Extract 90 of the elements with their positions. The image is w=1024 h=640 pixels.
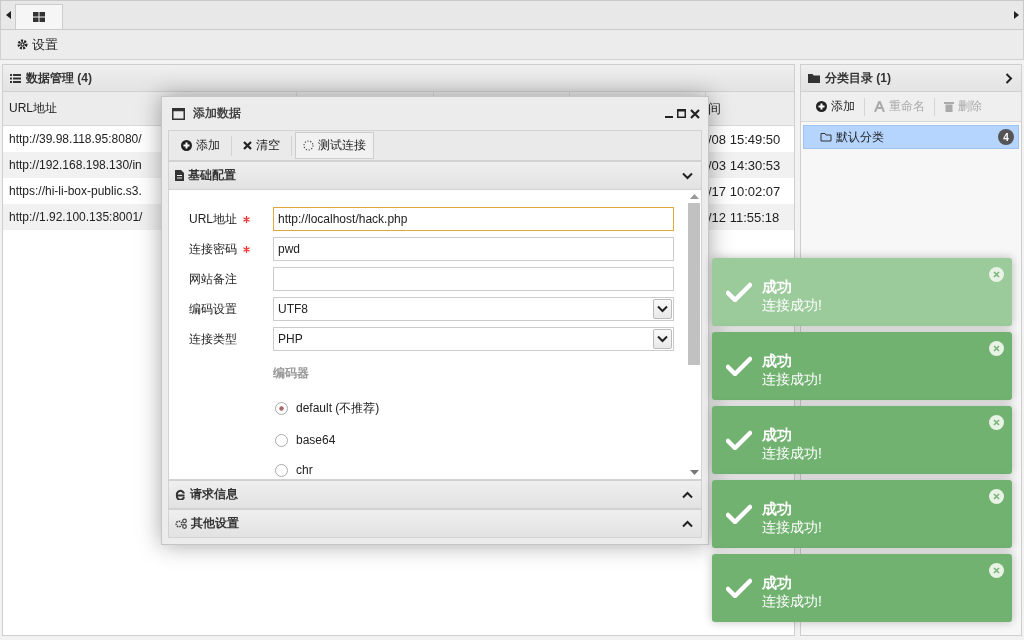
- chevron-down-icon: [682, 171, 693, 180]
- tab[interactable]: [15, 4, 63, 29]
- dialog-title: 添加数据: [193, 105, 242, 122]
- toast-title: 成功: [762, 352, 793, 371]
- chevron-down-icon: [657, 305, 668, 313]
- radio-label: default (不推荐): [296, 400, 380, 417]
- count-badge: 4: [998, 129, 1014, 145]
- plus-icon: [181, 140, 192, 151]
- table-cell-text: /08 15:49:50: [707, 131, 782, 147]
- radio-button[interactable]: [275, 433, 288, 447]
- list-icon: [10, 73, 21, 83]
- left-arrow-icon: [5, 11, 11, 19]
- group-label: 编码器: [273, 365, 310, 382]
- column-header[interactable]: 间: [706, 99, 794, 118]
- toast-message: 连接成功!: [762, 445, 823, 463]
- category-label: 默认分类: [836, 128, 885, 146]
- close-icon: [989, 489, 1004, 504]
- dropdown-field[interactable]: UTF8: [273, 297, 674, 321]
- clear-button[interactable]: 清空: [235, 132, 288, 159]
- table-cell-text: /17 10:02:07: [707, 183, 782, 199]
- close-icon: [989, 267, 1004, 282]
- checkmark-icon: [726, 504, 752, 524]
- toast-message: 连接成功!: [762, 297, 823, 315]
- maximize-icon: [677, 109, 686, 118]
- field-label: URL地址: [189, 210, 237, 228]
- checkmark-icon: [726, 430, 752, 450]
- minimize-icon: [665, 115, 673, 118]
- chevron-down-icon: [657, 335, 668, 343]
- radio-label: chr: [296, 463, 313, 477]
- checkmark-icon: [726, 356, 752, 376]
- toast-message: 连接成功!: [762, 371, 823, 389]
- toast-title: 成功: [762, 574, 793, 593]
- toast-message: 连接成功!: [762, 519, 823, 537]
- table-cell-text: /03 14:30:53: [707, 157, 782, 173]
- document-icon: [175, 170, 184, 181]
- toast-message: 连接成功!: [762, 593, 823, 611]
- section-header[interactable]: 请求信息: [169, 480, 701, 508]
- toast-title: 成功: [762, 426, 793, 445]
- close-icon: [690, 108, 700, 119]
- settings-button[interactable]: 设置: [15, 31, 60, 58]
- folder-icon: [820, 132, 832, 142]
- table-cell-text: http://39.98.118.95:8080/: [8, 132, 143, 146]
- chevron-up-icon: [682, 519, 693, 528]
- add-button[interactable]: 添加: [173, 132, 228, 159]
- table-cell-text: http://192.168.198.130/in: [8, 158, 143, 172]
- plus-icon: [816, 101, 827, 112]
- table-cell-text: /12 11:55:18: [707, 209, 781, 225]
- toast-title: 成功: [762, 500, 793, 519]
- category-item[interactable]: 默认分类 4: [803, 125, 1019, 149]
- toast-title: 成功: [762, 278, 793, 297]
- column-header[interactable]: URL地址: [3, 100, 161, 117]
- font-icon: [874, 101, 885, 112]
- panel-title: 数据管理 (4): [26, 69, 92, 87]
- field-label: 连接类型: [189, 330, 237, 348]
- section-header[interactable]: 其他设置: [169, 509, 701, 537]
- field-label: 连接密码: [189, 240, 237, 258]
- input-field[interactable]: http://localhost/hack.php: [273, 207, 674, 231]
- folder-icon: [808, 73, 820, 83]
- checkmark-icon: [726, 282, 752, 302]
- close-icon: [243, 141, 252, 150]
- table-cell-text: http://1.92.100.135:8001/: [8, 210, 144, 224]
- input-field[interactable]: pwd: [273, 237, 674, 261]
- trash-icon: [944, 101, 954, 112]
- close-icon: [989, 415, 1004, 430]
- add-button[interactable]: 添加: [807, 96, 864, 117]
- window-icon: [172, 107, 185, 120]
- right-arrow-icon: [1013, 11, 1019, 19]
- browser-icon: [175, 489, 186, 500]
- table-cell-text: https://hi-li-box-public.s3.: [8, 184, 143, 198]
- field-label: 编码设置: [189, 300, 237, 318]
- radio-button[interactable]: [275, 402, 288, 415]
- chevron-up-icon: [682, 490, 693, 499]
- field-label: 网站备注: [189, 270, 237, 288]
- section-header[interactable]: 基础配置: [169, 161, 701, 189]
- test-connection-button[interactable]: 测试连接: [295, 132, 374, 159]
- close-icon: [989, 341, 1004, 356]
- dropdown-field[interactable]: PHP: [273, 327, 674, 351]
- grid-icon: [33, 12, 45, 22]
- panel-title: 分类目录 (1): [825, 69, 892, 87]
- checkmark-icon: [726, 578, 752, 598]
- settings-icon: [17, 39, 28, 50]
- spinner-icon: [303, 140, 314, 151]
- chevron-right-icon: [1005, 72, 1013, 84]
- scroll-up-icon: [689, 194, 699, 199]
- close-icon: [989, 563, 1004, 578]
- gears-icon: [175, 518, 187, 529]
- input-field[interactable]: [273, 267, 674, 291]
- radio-button[interactable]: [275, 463, 288, 477]
- radio-label: base64: [296, 433, 336, 447]
- scroll-down-icon: [689, 470, 699, 475]
